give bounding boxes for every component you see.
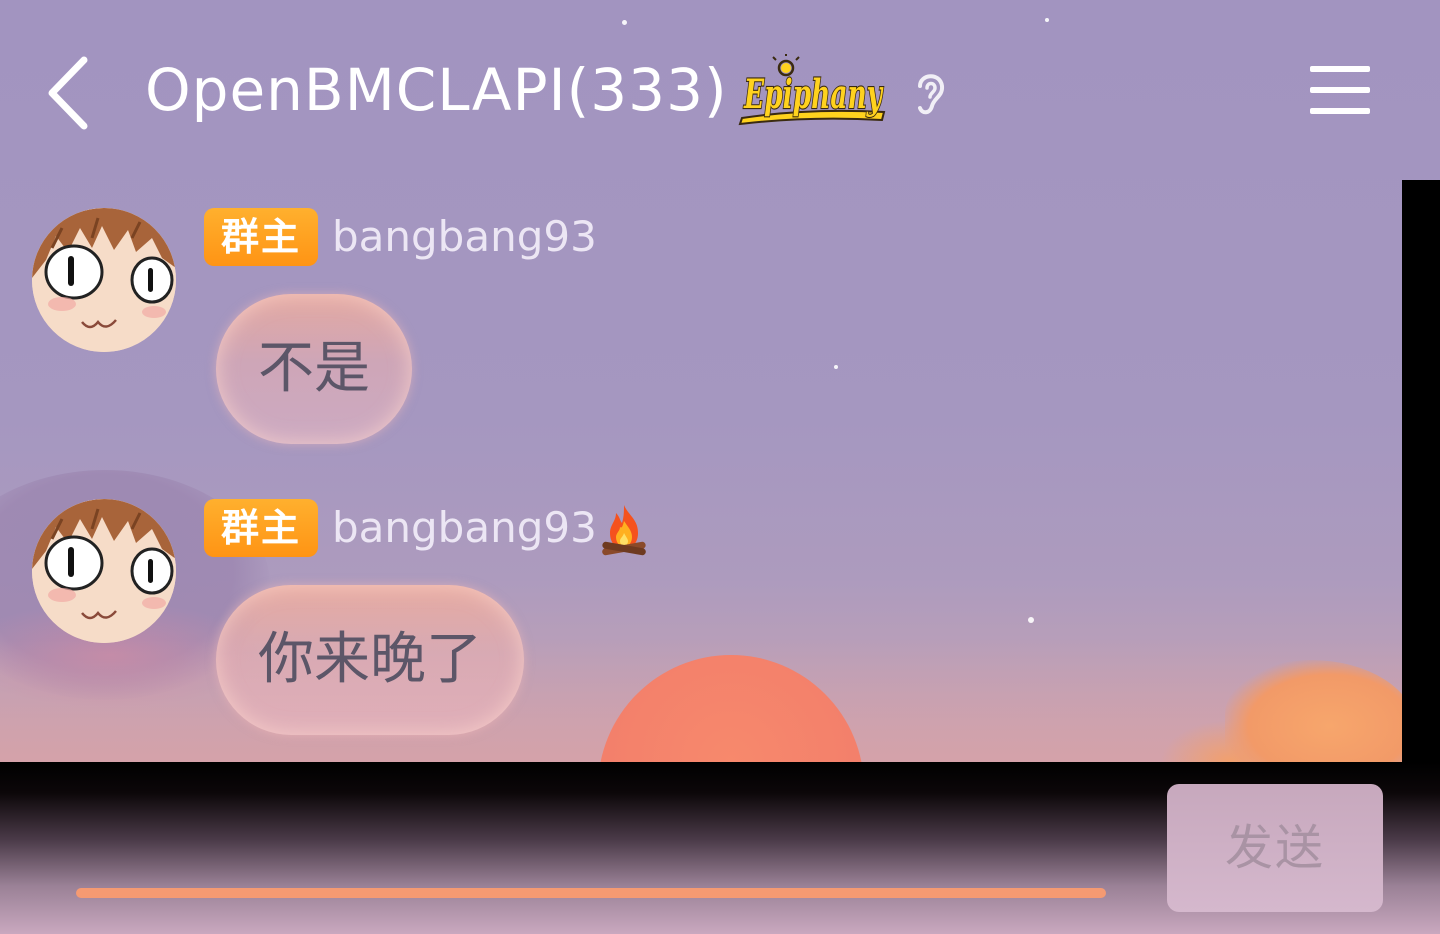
- svg-text:Epiphany: Epiphany: [743, 71, 883, 118]
- ear-icon: [910, 66, 950, 118]
- chat-screen: OpenBMCLAPI(333) Epiphany 群主 bangbang93 …: [0, 0, 1440, 934]
- message-item: 群主 bangbang93 不是: [0, 208, 1400, 458]
- sender-name[interactable]: bangbang93: [332, 499, 597, 557]
- send-button[interactable]: 发送: [1167, 784, 1383, 912]
- avatar[interactable]: [32, 208, 176, 352]
- chevron-left-icon: [48, 56, 88, 130]
- message-item: 群主 bangbang93 你来晚了: [0, 499, 1400, 749]
- menu-button[interactable]: [1310, 64, 1370, 116]
- group-title: OpenBMCLAPI(333): [145, 56, 728, 124]
- group-owner-badge: 群主: [204, 208, 318, 266]
- scroll-rail: [1402, 180, 1440, 762]
- star: [1045, 18, 1049, 22]
- avatar[interactable]: [32, 499, 176, 643]
- message-bubble[interactable]: 不是: [216, 294, 412, 444]
- chat-header: OpenBMCLAPI(333) Epiphany: [0, 40, 1440, 150]
- star: [622, 20, 627, 25]
- back-button[interactable]: [42, 54, 98, 132]
- message-input[interactable]: [76, 888, 1106, 898]
- hamburger-menu-icon: [1310, 66, 1370, 114]
- sender-name[interactable]: bangbang93: [332, 208, 597, 266]
- group-owner-badge: 群主: [204, 499, 318, 557]
- brand-badge-logo: Epiphany: [738, 52, 888, 126]
- campfire-icon: [598, 503, 650, 557]
- message-bubble[interactable]: 你来晚了: [216, 585, 524, 735]
